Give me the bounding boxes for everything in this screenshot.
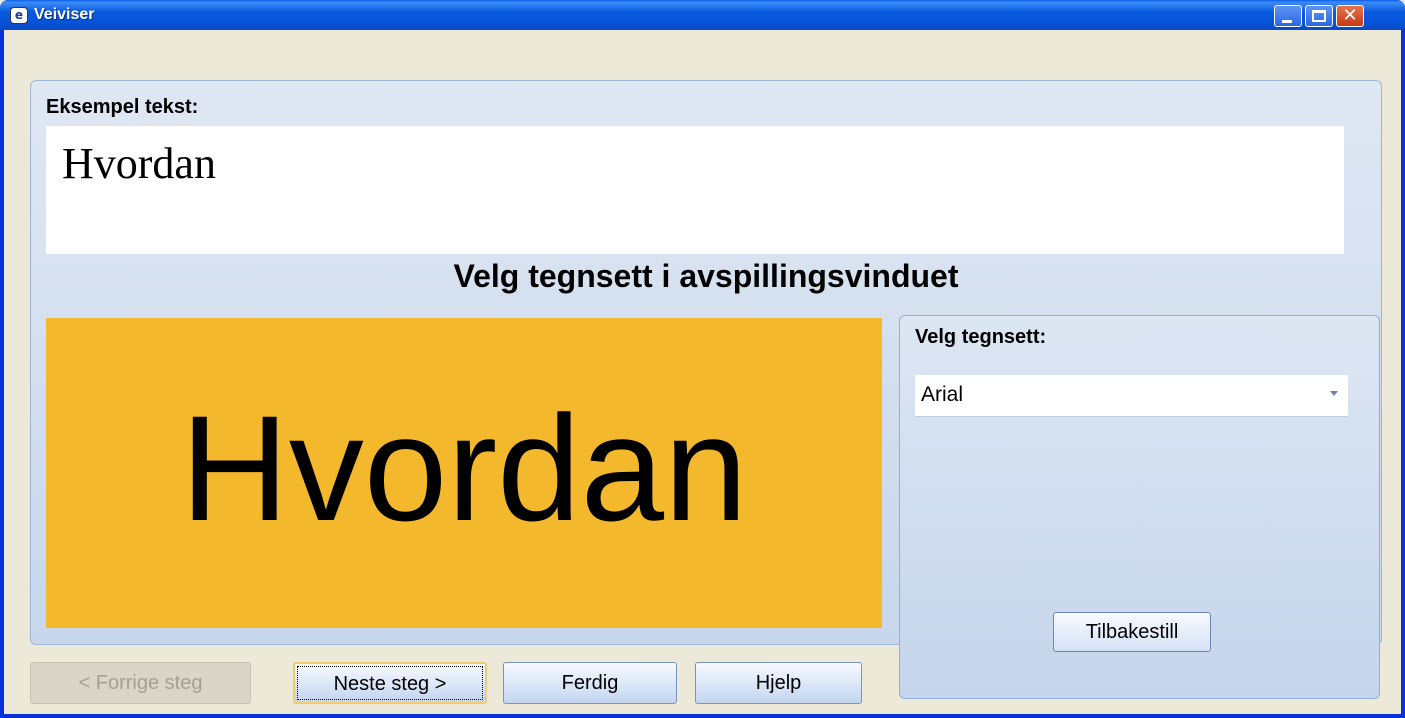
- app-icon: e: [10, 7, 28, 24]
- page-heading: Velg tegnsett i avspillingsvinduet: [453, 258, 959, 294]
- preview-text: Hvordan: [180, 384, 748, 552]
- font-select-value: Arial: [921, 383, 964, 406]
- sample-text-label: Eksempel tekst:: [46, 96, 199, 118]
- next-step-button[interactable]: Neste steg >: [293, 662, 487, 704]
- title-bar[interactable]: e Veiviser ✕: [0, 0, 1405, 30]
- window-title: Veiviser: [34, 6, 95, 23]
- close-icon: ✕: [1342, 5, 1358, 26]
- maximize-button[interactable]: [1305, 5, 1333, 27]
- focus-indicator: [297, 666, 483, 700]
- finish-button[interactable]: Ferdig: [503, 662, 677, 704]
- sample-text: Hvordan: [62, 139, 216, 188]
- font-select-label: Velg tegnsett:: [915, 326, 1047, 348]
- help-button[interactable]: Hjelp: [695, 662, 862, 704]
- sample-text-box: Hvordan: [46, 126, 1344, 254]
- minimize-icon: [1282, 20, 1292, 23]
- previous-step-button[interactable]: < Forrige steg: [30, 662, 251, 704]
- maximize-icon: [1312, 10, 1326, 22]
- close-button[interactable]: ✕: [1336, 5, 1364, 27]
- font-preview: Hvordan: [46, 318, 882, 628]
- font-select[interactable]: Arial: [915, 375, 1348, 417]
- minimize-button[interactable]: [1274, 5, 1302, 27]
- chevron-down-icon[interactable]: [1330, 391, 1338, 396]
- reset-button[interactable]: Tilbakestill: [1053, 612, 1211, 652]
- font-settings-panel: Velg tegnsett: Arial Tilbakestill: [899, 315, 1380, 699]
